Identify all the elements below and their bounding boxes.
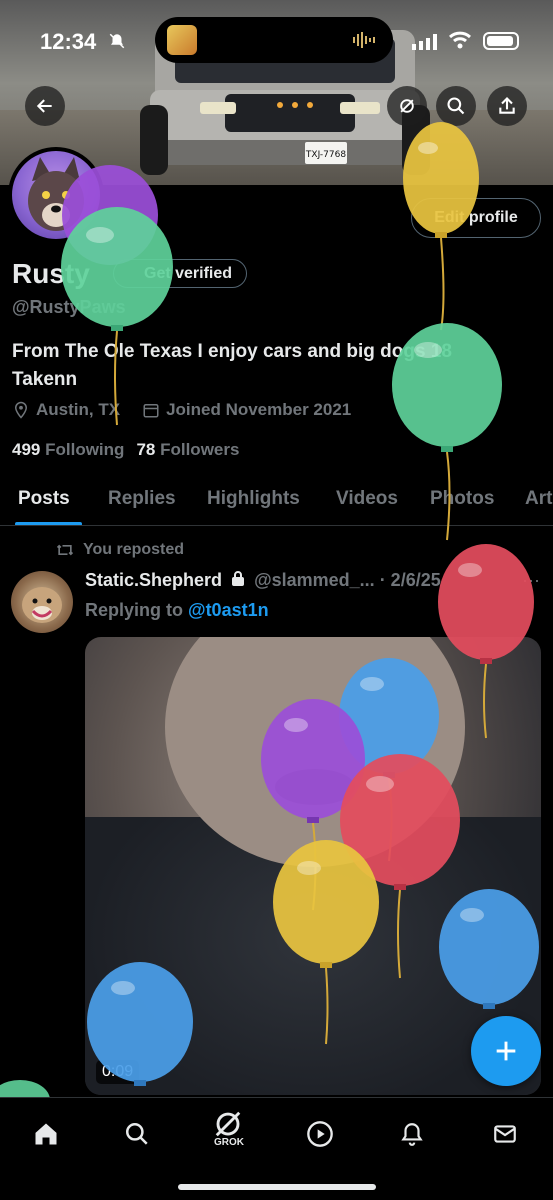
following-link[interactable]: 499 Following <box>12 440 124 460</box>
followers-count: 78 <box>136 440 156 459</box>
license-plate-text: TXJ-7768 <box>305 150 346 160</box>
yellow-balloon <box>273 840 379 1045</box>
nav-messages[interactable] <box>485 1114 525 1154</box>
wifi-icon <box>449 31 471 49</box>
follow-stats: 499 Following 78 Followers <box>12 440 239 460</box>
location-pin-icon <box>14 401 28 419</box>
dynamic-island[interactable] <box>155 17 393 63</box>
share-icon <box>499 97 515 114</box>
tab-videos[interactable]: Videos <box>336 488 398 510</box>
followers-label: Followers <box>160 440 240 459</box>
cellular-signal-icon <box>412 34 437 50</box>
refresh-icon <box>400 99 414 113</box>
tab-articles[interactable]: Articles <box>525 488 553 510</box>
repost-indicator: You reposted <box>55 541 184 559</box>
repost-label: You reposted <box>83 541 185 558</box>
home-indicator[interactable] <box>178 1184 376 1190</box>
following-label: Following <box>45 440 125 459</box>
home-icon <box>35 1123 57 1145</box>
search-icon <box>447 97 465 115</box>
red-balloon <box>438 544 534 739</box>
replying-to: Replying to @t0ast1n <box>85 600 269 621</box>
nav-video[interactable] <box>300 1114 340 1154</box>
mail-icon <box>494 1125 516 1143</box>
back-button[interactable] <box>25 86 65 126</box>
profile-joined: Joined November 2021 <box>166 400 352 419</box>
status-time: 12:34 <box>40 29 97 54</box>
back-arrow-icon <box>36 99 52 113</box>
grok-icon <box>215 1111 241 1137</box>
replying-prefix: Replying to <box>85 600 183 620</box>
search-icon <box>126 1123 148 1145</box>
tab-posts[interactable]: Posts <box>18 488 70 510</box>
blue-balloon <box>439 889 539 1009</box>
post-date: · 2/6/25 <box>379 570 441 590</box>
now-playing-thumbnail <box>167 25 197 55</box>
replying-to-link[interactable]: @t0ast1n <box>188 600 269 620</box>
play-icon <box>307 1121 333 1147</box>
audio-wave-icon <box>353 32 375 48</box>
post-avatar[interactable] <box>11 571 73 633</box>
bell-icon <box>401 1123 423 1146</box>
followers-link[interactable]: 78 Followers <box>136 440 239 460</box>
green-balloon <box>61 207 173 426</box>
status-bar: 12:34 <box>0 0 553 80</box>
battery-icon <box>483 32 519 50</box>
post-handle[interactable]: @slammed_... <box>254 570 375 590</box>
blue-balloon <box>87 962 193 1086</box>
lock-icon <box>232 571 245 586</box>
post-header: Static.Shepherd @slammed_... · 2/6/25 <box>85 570 441 591</box>
tab-replies[interactable]: Replies <box>108 488 176 510</box>
active-tab-indicator <box>15 522 82 525</box>
tab-highlights[interactable]: Highlights <box>207 488 300 510</box>
hyena-avatar-image <box>22 587 62 623</box>
post-username[interactable]: Static.Shepherd <box>85 570 222 590</box>
nav-search[interactable] <box>117 1114 157 1154</box>
nav-notifications[interactable] <box>392 1114 432 1154</box>
following-count: 499 <box>12 440 41 459</box>
plus-icon <box>496 1041 516 1061</box>
repost-icon <box>56 544 74 556</box>
bell-slash-icon <box>108 32 126 55</box>
green-balloon <box>392 323 502 541</box>
grok-label: GROK <box>214 1137 244 1148</box>
compose-button[interactable] <box>471 1016 541 1086</box>
nav-home[interactable] <box>26 1114 66 1154</box>
share-button[interactable] <box>487 86 527 126</box>
